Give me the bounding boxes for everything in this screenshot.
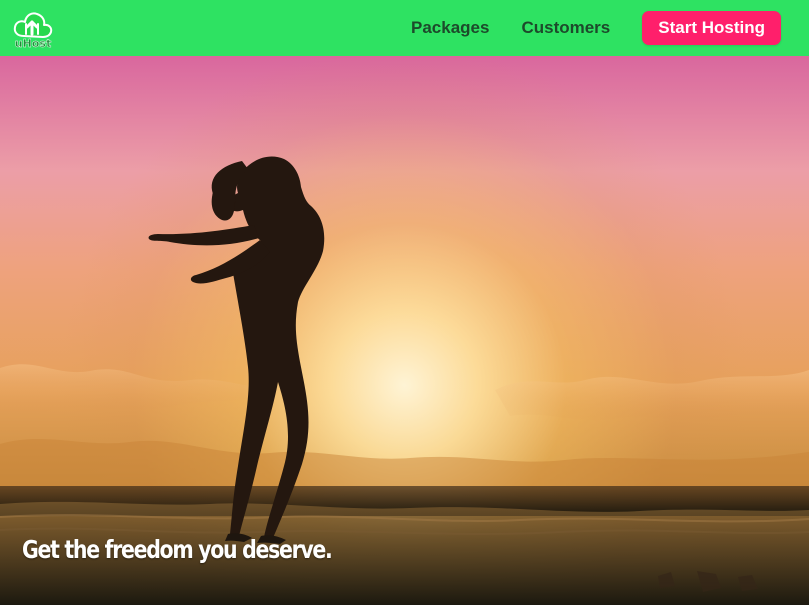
hero-headline: Get the freedom you deserve.	[22, 535, 333, 564]
landing-page: uHost Packages Customers Start Hosting G…	[0, 0, 809, 605]
woman-silhouette-at-sunset-beach-image	[0, 156, 809, 605]
cloud-upload-logo-icon: uHost	[13, 12, 53, 49]
nav-link-packages[interactable]: Packages	[411, 18, 489, 38]
start-hosting-button[interactable]: Start Hosting	[642, 11, 781, 45]
nav-link-customers[interactable]: Customers	[521, 18, 610, 38]
top-navigation-bar: uHost Packages Customers Start Hosting	[0, 0, 809, 56]
brand-logo[interactable]: uHost	[12, 7, 54, 49]
main-navigation: Packages Customers Start Hosting	[411, 0, 809, 56]
logo-text: uHost	[15, 37, 51, 49]
hero-section: Get the freedom you deserve.	[0, 56, 809, 605]
